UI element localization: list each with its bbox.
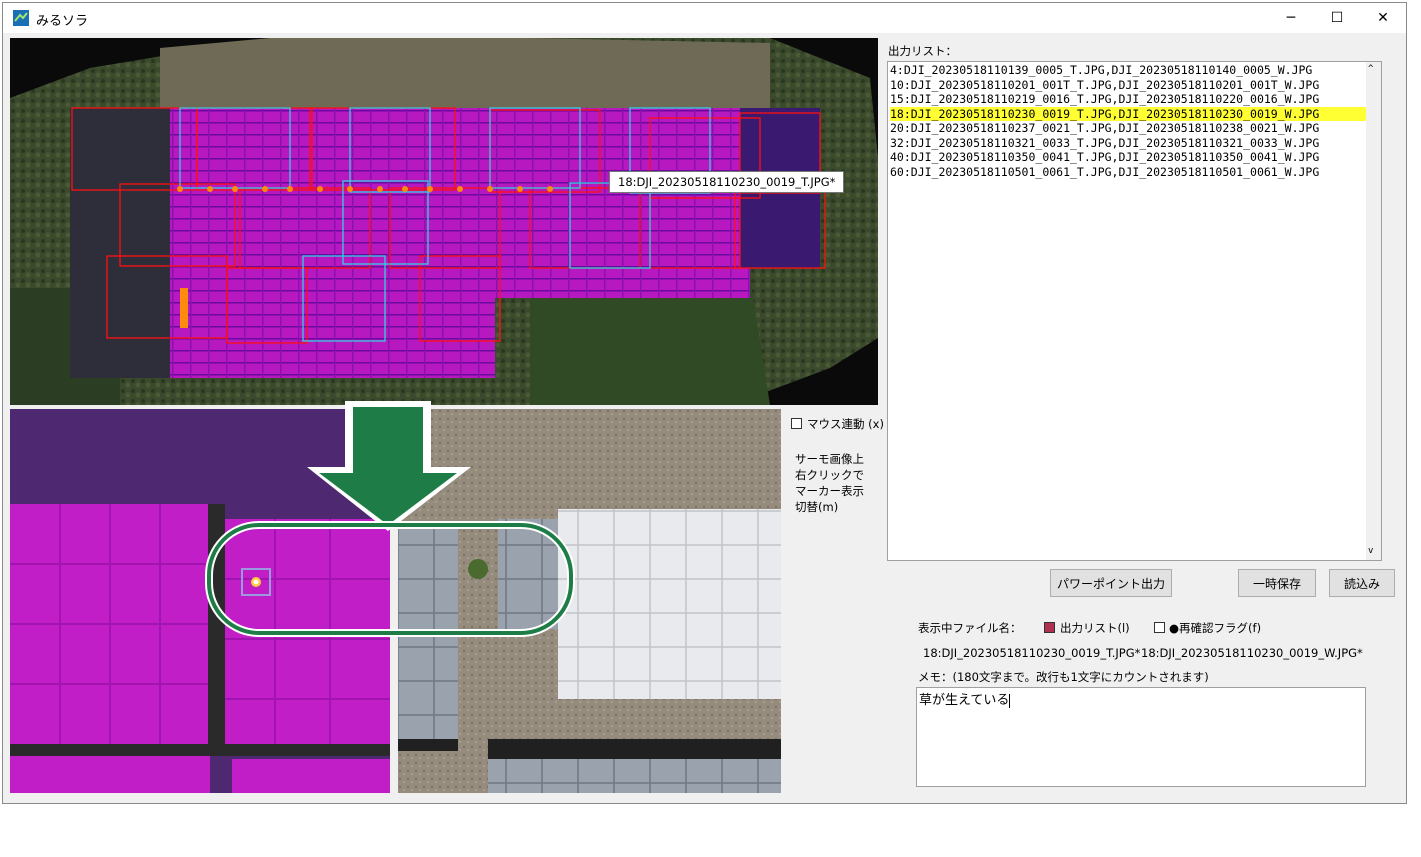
down-arrow-annotation	[307, 401, 471, 531]
visual-filename: 18:DJI_20230518110230_0019_W.JPG*	[1141, 646, 1363, 660]
powerpoint-export-button[interactable]: パワーポイント出力	[1050, 569, 1172, 597]
output-list-item[interactable]: 60:DJI_20230518110501_0061_T.JPG,DJI_202…	[890, 165, 1381, 180]
memo-textarea[interactable]: 草が生えている	[916, 687, 1366, 787]
app-logo-icon	[13, 10, 29, 26]
output-list-item[interactable]: 4:DJI_20230518110139_0005_T.JPG,DJI_2023…	[890, 63, 1381, 78]
maximize-button[interactable]: ☐	[1314, 3, 1360, 33]
highlight-annotation	[205, 521, 575, 637]
output-list-item[interactable]: 10:DJI_20230518110201_001T_T.JPG,DJI_202…	[890, 78, 1381, 93]
title-bar: みるソラ ─ ☐ ✕	[3, 3, 1406, 33]
load-button[interactable]: 読込み	[1329, 569, 1395, 597]
output-list-scrollbar[interactable]: ^ v	[1366, 62, 1381, 560]
orthomosaic-view[interactable]	[10, 38, 878, 405]
mouse-link-checkbox[interactable]	[791, 418, 802, 429]
output-list[interactable]: 4:DJI_20230518110139_0005_T.JPG,DJI_2023…	[887, 61, 1382, 561]
output-list-item[interactable]: 15:DJI_20230518110219_0016_T.JPG,DJI_202…	[890, 92, 1381, 107]
output-list-label: 出力リスト：	[888, 44, 957, 58]
display-file-label: 表示中ファイル名：	[918, 621, 1022, 635]
window-title: みるソラ	[36, 14, 89, 29]
recheck-flag-label: ●再確認フラグ(f)	[1169, 621, 1262, 635]
temp-save-button[interactable]: 一時保存	[1238, 569, 1316, 597]
scroll-down-icon[interactable]: v	[1368, 544, 1373, 559]
output-list-item[interactable]: 40:DJI_20230518110350_0041_T.JPG,DJI_202…	[890, 150, 1381, 165]
scroll-up-icon[interactable]: ^	[1368, 62, 1373, 77]
orthomosaic-image[interactable]	[10, 38, 878, 405]
output-list-checkbox[interactable]	[1044, 622, 1055, 633]
memo-label: メモ：(180文字まで。改行も1文字にカウントされます)	[918, 670, 1209, 684]
app-window: みるソラ ─ ☐ ✕ 18:DJI_20230518110230_0019_T.…	[2, 2, 1407, 804]
recheck-flag-checkbox[interactable]	[1154, 622, 1165, 633]
output-list-flag-label: 出力リスト(l)	[1060, 621, 1130, 635]
minimize-button[interactable]: ─	[1268, 3, 1314, 33]
marker-help-text: サーモ画像上 右クリックで マーカー表示 切替(m)	[795, 452, 864, 514]
thermal-filename: 18:DJI_20230518110230_0019_T.JPG*	[923, 646, 1141, 660]
output-list-item[interactable]: 18:DJI_20230518110230_0019_T.JPG,DJI_202…	[890, 106, 1381, 121]
text-caret	[1009, 693, 1011, 708]
memo-text: 草が生えている	[919, 693, 1010, 708]
image-tooltip: 18:DJI_20230518110230_0019_T.JPG*	[609, 171, 845, 193]
close-button[interactable]: ✕	[1360, 3, 1406, 33]
output-list-item[interactable]: 20:DJI_20230518110237_0021_T.JPG,DJI_202…	[890, 121, 1381, 136]
output-list-item[interactable]: 32:DJI_20230518110321_0033_T.JPG,DJI_202…	[890, 136, 1381, 151]
mouse-link-label: マウス連動 (x)	[807, 417, 884, 431]
